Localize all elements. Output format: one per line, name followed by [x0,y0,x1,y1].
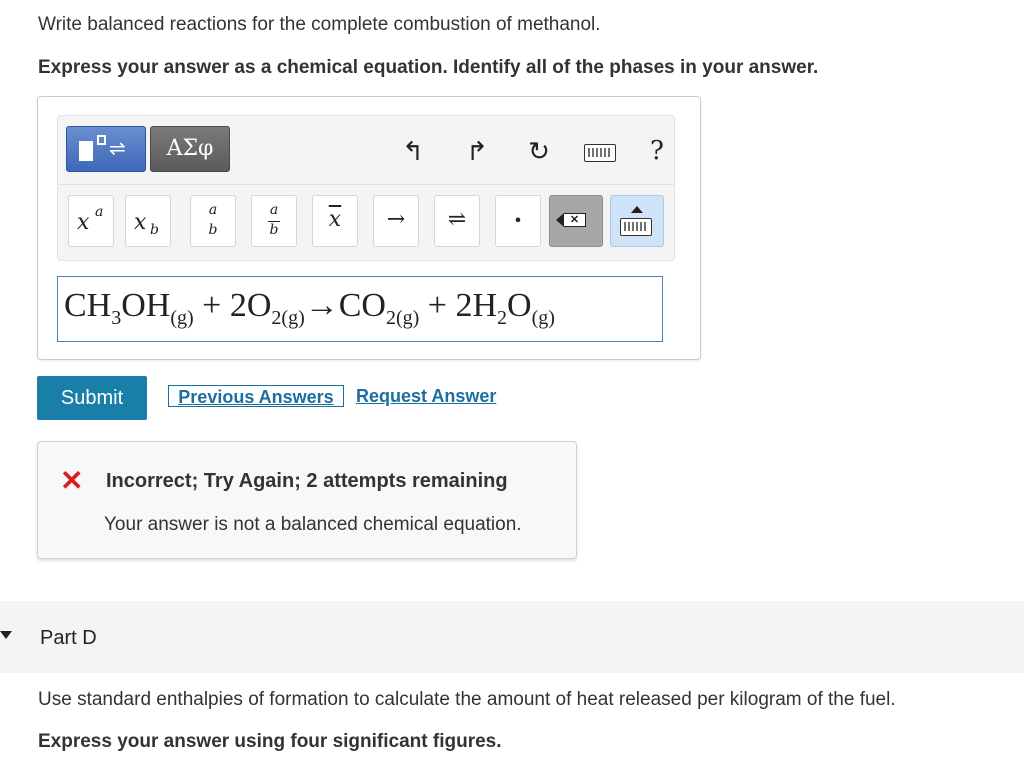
eq-sub: 2(g) [385,307,420,329]
templates-button[interactable]: ⇌ [66,126,146,172]
stacked-denominator: b [269,222,279,238]
chemical-equation: CH3OH(g) + 2O2(g)→CO2(g) + 2H2O(g) [64,287,555,330]
subscript-index: b [150,222,159,238]
part-d-text: Use standard enthalpies of formation to … [38,689,896,710]
eq-part: OH [121,287,171,324]
superscript-base: x [77,210,90,235]
show-keyboard-button[interactable] [610,195,664,247]
reset-icon[interactable]: ↻ [524,136,554,166]
backspace-button[interactable]: ✕ [549,195,603,247]
feedback-panel: ✕ Incorrect; Try Again; 2 attempts remai… [37,441,577,559]
stacked-numerator: a [269,202,279,218]
subscript-base: x [134,210,147,235]
submit-button[interactable]: Submit [37,376,147,420]
feedback-message: Your answer is not a balanced chemical e… [104,514,522,535]
overline-button[interactable]: x [312,195,358,247]
part-d-title: Part D [40,627,97,649]
undo-icon[interactable]: ↰ [398,136,428,166]
arrow-button[interactable]: → [373,195,419,247]
stacked-fraction-button[interactable]: a b [251,195,297,247]
expand-up-icon [631,206,643,213]
template-box-icon [97,135,106,145]
eq-part: CH [64,287,112,324]
incorrect-icon: ✕ [60,465,84,496]
template-block-icon [79,141,93,161]
toolbar-bottom-row: x a x b a b a b x → ⇌ • ✕ [58,184,674,261]
previous-answers-button[interactable]: Previous Answers [168,385,344,407]
question-text: Write balanced reactions for the complet… [38,14,601,35]
toolbar-top-row: ⇌ ΑΣφ ↰ ↱ ↻ ? [58,116,674,184]
part-d-instruction: Express your answer using four significa… [38,731,502,752]
overline-glyph: x [328,207,342,232]
keyboard-shortcuts-icon[interactable] [584,144,616,162]
fraction-button[interactable]: a b [190,195,236,247]
help-icon[interactable]: ? [650,136,670,166]
equilibrium-glyph: ⇌ [447,207,467,232]
superscript-button[interactable]: x a [68,195,114,247]
fraction-denominator: b [208,222,218,238]
eq-sub: (g) [531,307,555,329]
eq-sub: 2 [497,307,508,329]
keyboard-icon [620,218,652,236]
eq-part: + 2O [193,287,272,324]
equilibrium-button[interactable]: ⇌ [434,195,480,247]
greek-symbols-button[interactable]: ΑΣφ [150,126,230,172]
collapse-arrow-icon[interactable] [0,631,12,639]
math-toolbar: ⇌ ΑΣφ ↰ ↱ ↻ ? x a x b a b a b x → ⇌ • ✕ [57,115,675,261]
eq-sub: 3 [111,307,122,329]
feedback-title: Incorrect; Try Again; 2 attempts remaini… [106,470,508,492]
dot-glyph: • [513,211,523,230]
arrow-glyph: → [386,207,406,232]
template-arrow-icon: ⇌ [109,138,126,160]
dot-button[interactable]: • [495,195,541,247]
answer-input[interactable]: CH3OH(g) + 2O2(g)→CO2(g) + 2H2O(g) [57,276,663,342]
subscript-button[interactable]: x b [125,195,171,247]
part-d-header[interactable]: Part D [0,601,1024,673]
answer-editor: ⇌ ΑΣφ ↰ ↱ ↻ ? x a x b a b a b x → ⇌ • ✕ … [37,96,701,360]
redo-icon[interactable]: ↱ [462,136,492,166]
backspace-icon: ✕ [556,212,586,227]
eq-part: O [507,287,532,324]
eq-sub: 2(g) [271,307,305,329]
request-answer-link[interactable]: Request Answer [356,386,496,407]
question-instruction: Express your answer as a chemical equati… [38,57,819,78]
fraction-numerator: a [208,202,218,218]
eq-part: + 2H [419,287,498,324]
eq-sub: (g) [170,307,194,329]
superscript-exponent: a [95,204,104,220]
eq-part: →CO [304,287,386,324]
